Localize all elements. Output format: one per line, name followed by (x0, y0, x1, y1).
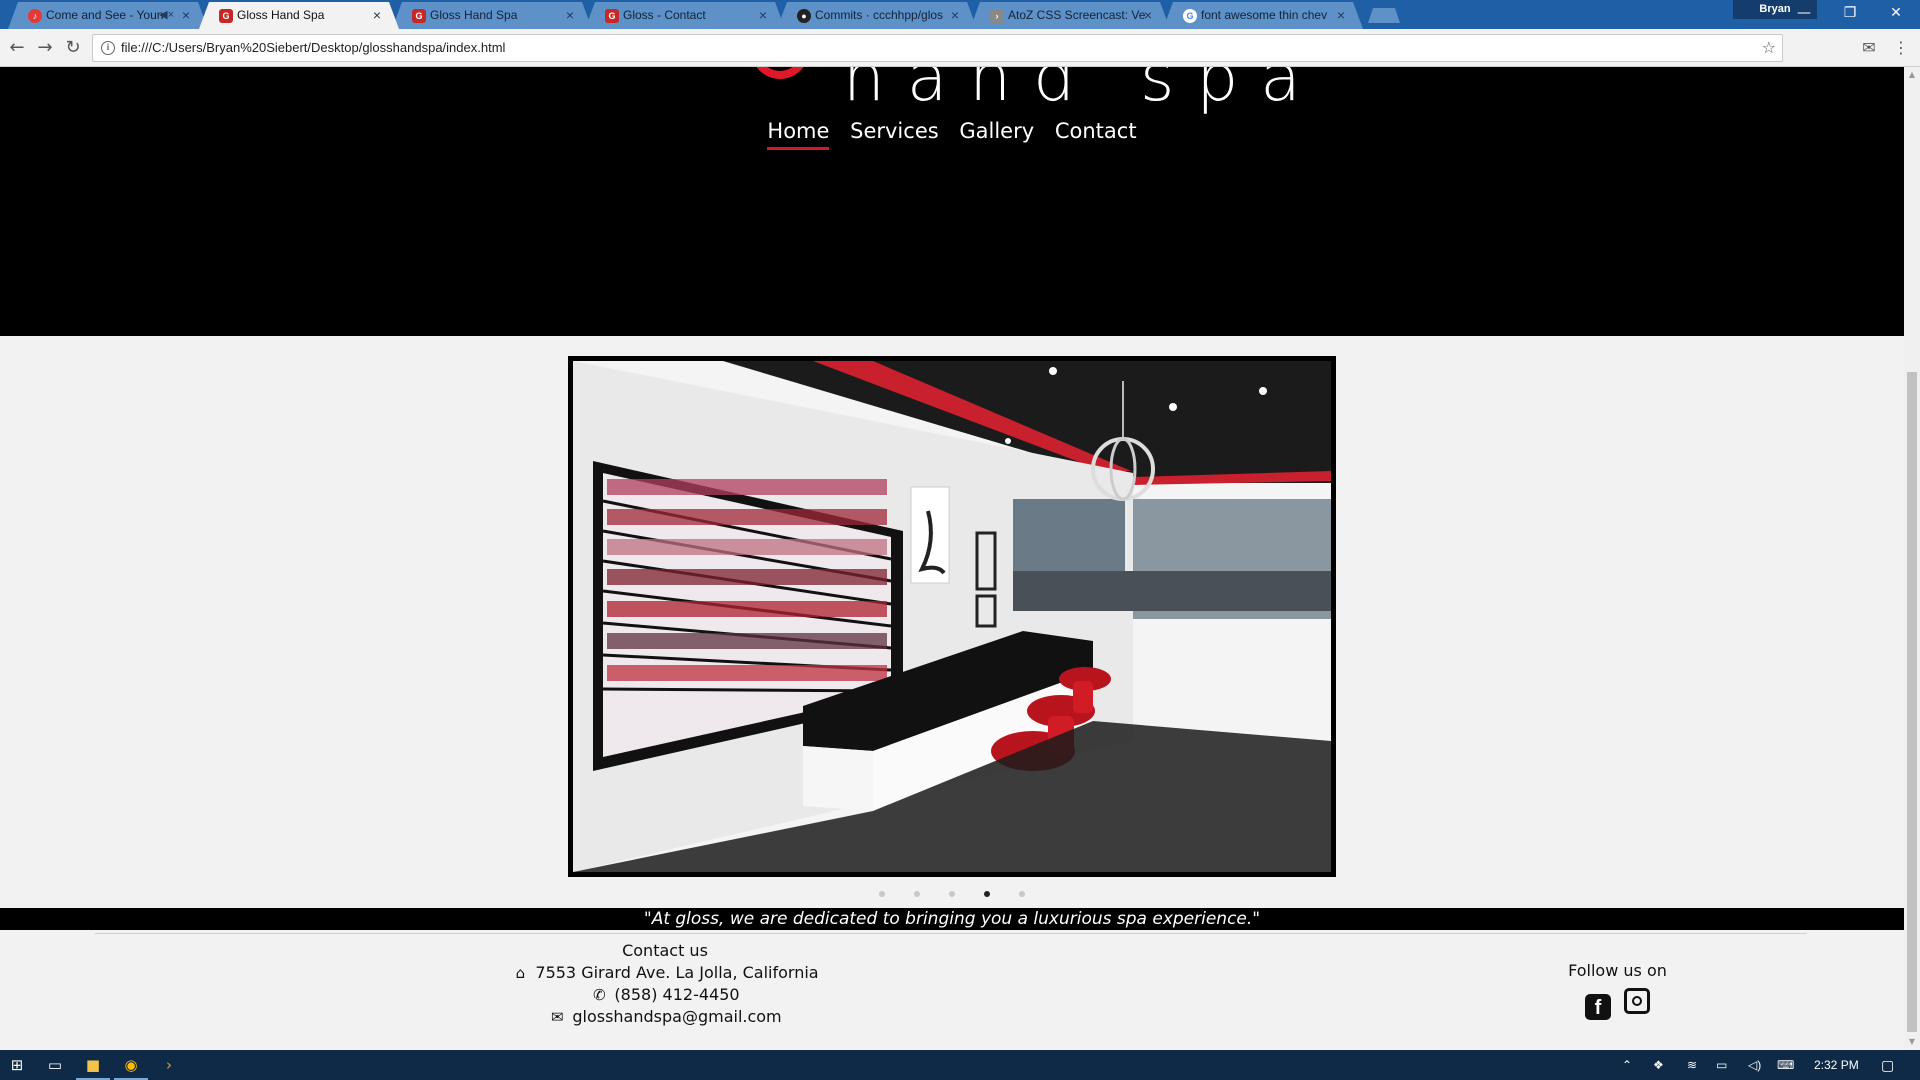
carousel-dot-active[interactable] (984, 891, 991, 897)
url-text[interactable]: file:///C:/Users/Bryan%20Siebert/Desktop… (121, 35, 505, 61)
back-arrow-icon[interactable]: ← (5, 36, 29, 60)
dropbox-icon[interactable]: ❖ (1653, 1050, 1664, 1080)
site-logo-text[interactable]: hand spa (843, 67, 1323, 116)
bookmark-star-icon[interactable]: ☆ (1762, 35, 1776, 61)
nav-gallery-link[interactable]: Gallery (959, 119, 1034, 147)
task-view-icon[interactable]: ▭ (38, 1050, 72, 1080)
nav-contact-link[interactable]: Contact (1055, 119, 1137, 147)
browser-tab[interactable]: › AtoZ CSS Screencast: Ve × (970, 2, 1170, 29)
info-icon[interactable]: i (101, 41, 115, 55)
minimize-icon[interactable]: — (1781, 0, 1827, 29)
phone-text[interactable]: (858) 412-4450 (614, 985, 739, 1004)
google-favicon-icon: G (1183, 9, 1197, 23)
tagline-banner: "At gloss, we are dedicated to bringing … (0, 908, 1904, 930)
reload-icon[interactable]: ↻ (61, 36, 85, 60)
page-scrollbar[interactable]: ▲ ▼ (1904, 67, 1920, 1050)
browser-tab[interactable]: ● Commits · ccchhpp/glos × (777, 2, 977, 29)
follow-block: Follow us on f (1530, 961, 1705, 1020)
file-explorer-icon[interactable]: ■ (76, 1050, 110, 1080)
tab-title: Gloss - Contact (623, 8, 706, 22)
restore-icon[interactable]: ❐ (1827, 0, 1873, 29)
windows-taskbar: ⊞ ▭ ■ ◉ › ⌃ ❖ ≋ ▭ ◁) ⌨ 2:32 PM ▢ (0, 1050, 1920, 1080)
close-tab-icon[interactable]: × (182, 2, 190, 29)
phone-icon: ✆ (593, 986, 606, 1004)
address-text: 7553 Girard Ave. La Jolla, California (535, 963, 819, 982)
carousel-dot[interactable] (1019, 891, 1026, 897)
action-center-icon[interactable]: ▢ (1881, 1050, 1894, 1080)
browser-tab[interactable]: G Gloss - Contact × (585, 2, 785, 29)
instagram-lens-icon (1632, 996, 1643, 1006)
close-tab-icon[interactable]: × (951, 2, 959, 29)
instagram-icon[interactable] (1624, 988, 1651, 1014)
scroll-down-arrow-icon[interactable]: ▼ (1904, 1034, 1920, 1050)
nav-home-link[interactable]: Home (767, 119, 830, 150)
tab-title: Gloss Hand Spa (430, 8, 518, 22)
forward-arrow-icon[interactable]: → (33, 36, 57, 60)
atoz-favicon-icon: › (990, 9, 1004, 23)
tab-title: font awesome thin chev (1201, 8, 1328, 22)
browser-tab[interactable]: G Gloss Hand Spa × (392, 2, 592, 29)
browser-tab[interactable]: ♪ Come and See - Youn ◀× × (8, 2, 208, 29)
close-tab-icon[interactable]: × (1144, 2, 1152, 29)
site-header: hand spa Home Services Gallery Contact (0, 67, 1904, 336)
footer-divider (95, 933, 1807, 934)
phone-line: ✆ (858) 412-4450 (500, 984, 830, 1006)
tab-title: Come and See - Youn (46, 8, 164, 22)
browser-tab-active[interactable]: G Gloss Hand Spa × (199, 2, 399, 29)
carousel-dots (0, 882, 1904, 901)
contact-block: Contact us ⌂ 7553 Girard Ave. La Jolla, C… (500, 941, 830, 1028)
browser-tab[interactable]: G font awesome thin chev × (1163, 2, 1363, 29)
social-links: f (1530, 988, 1705, 1020)
new-tab-button[interactable] (1368, 8, 1400, 23)
scroll-up-arrow-icon[interactable]: ▲ (1904, 67, 1920, 83)
envelope-icon: ✉ (551, 1008, 564, 1026)
browser-tab-strip: ♪ Come and See - Youn ◀× × G Gloss Hand … (0, 0, 1920, 29)
gmail-extension-icon[interactable]: ✉ (1857, 37, 1881, 59)
chrome-menu-icon[interactable]: ⋮ (1889, 37, 1913, 59)
keyboard-icon[interactable]: ⌨ (1777, 1050, 1794, 1080)
battery-icon[interactable]: ▭ (1716, 1050, 1727, 1080)
salon-interior-photo (573, 361, 1331, 872)
windows-start-icon[interactable]: ⊞ (0, 1050, 34, 1080)
tab-title: AtoZ CSS Screencast: Ve (1008, 8, 1146, 22)
carousel-dot[interactable] (878, 891, 885, 897)
address-bar[interactable]: i file:///C:/Users/Bryan%20Siebert/Deskt… (92, 34, 1783, 62)
close-tab-icon[interactable]: × (373, 2, 381, 29)
gloss-logo-mark-icon (751, 67, 809, 79)
follow-heading: Follow us on (1568, 961, 1667, 980)
close-tab-icon[interactable]: × (759, 2, 767, 29)
tray-overflow-icon[interactable]: ⌃ (1622, 1050, 1632, 1080)
clock-time[interactable]: 2:32 PM (1814, 1050, 1859, 1080)
home-icon: ⌂ (515, 964, 526, 982)
browser-toolbar: ← → ↻ i file:///C:/Users/Bryan%20Siebert… (0, 29, 1920, 67)
volume-icon[interactable]: ◁) (1748, 1050, 1761, 1080)
speaker-muted-icon[interactable]: ◀× (159, 2, 174, 29)
address-line: ⌂ 7553 Girard Ave. La Jolla, California (500, 962, 830, 984)
tab-title: Gloss Hand Spa (237, 8, 325, 22)
close-tab-icon[interactable]: × (1337, 2, 1345, 29)
close-tab-icon[interactable]: × (566, 2, 574, 29)
chrome-taskbar-icon[interactable]: ◉ (114, 1050, 148, 1080)
carousel-dot[interactable] (913, 891, 920, 897)
nav-services-link[interactable]: Services (850, 119, 939, 147)
gloss-favicon-icon: G (219, 9, 233, 23)
youtube-favicon-icon: ♪ (28, 9, 42, 23)
gloss-favicon-icon: G (605, 9, 619, 23)
main-nav: Home Services Gallery Contact (0, 119, 1904, 150)
scrollbar-thumb[interactable] (1907, 372, 1917, 1032)
email-line: ✉ glosshandspa@gmail.com (500, 1006, 830, 1028)
contact-heading: Contact us (622, 941, 708, 960)
tab-title: Commits · ccchhpp/glos (815, 8, 944, 22)
gloss-favicon-icon: G (412, 9, 426, 23)
carousel-slide-frame (568, 356, 1336, 877)
github-favicon-icon: ● (797, 9, 811, 23)
page-viewport: hand spa Home Services Gallery Contact "… (0, 67, 1904, 1050)
close-window-icon[interactable]: ✕ (1873, 0, 1919, 29)
terminal-taskbar-icon[interactable]: › (152, 1050, 186, 1080)
email-link[interactable]: glosshandspa@gmail.com (572, 1007, 781, 1026)
wifi-icon[interactable]: ≋ (1687, 1050, 1697, 1080)
carousel-dot[interactable] (949, 891, 955, 897)
facebook-icon[interactable]: f (1584, 994, 1611, 1020)
salon-interior-illustration (573, 361, 1331, 872)
